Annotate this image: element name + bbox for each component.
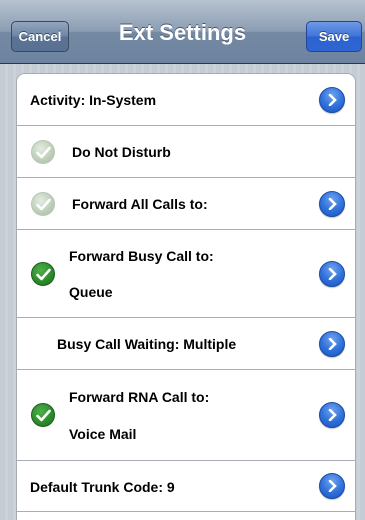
chevron-right-icon	[328, 94, 337, 106]
row-label: Forward Busy Call to:	[69, 248, 214, 264]
check-toggle[interactable]	[31, 192, 55, 216]
row-label: Busy Call Waiting: Multiple	[57, 336, 237, 352]
disclosure-button[interactable]	[319, 191, 345, 217]
row-forward-all-calls[interactable]: Forward All Calls to:	[17, 178, 355, 230]
row-label: Default Trunk Code: 9	[30, 479, 175, 495]
row-do-not-disturb[interactable]: Do Not Disturb	[17, 126, 355, 178]
row-label: Do Not Disturb	[72, 144, 171, 160]
disclosure-button[interactable]	[319, 331, 345, 357]
row-label: Forward All Calls to:	[72, 196, 208, 212]
checkmark-icon	[36, 146, 51, 159]
row-forward-rna-call[interactable]: Forward RNA Call to: Voice Mail	[17, 370, 355, 461]
chevron-right-icon	[328, 268, 337, 280]
checkmark-icon	[36, 268, 51, 281]
row-value: Voice Mail	[69, 426, 137, 442]
disclosure-button[interactable]	[319, 473, 345, 499]
chevron-right-icon	[328, 198, 337, 210]
chevron-right-icon	[328, 338, 337, 350]
disclosure-button[interactable]	[319, 87, 345, 113]
settings-list: Activity: In-System Do Not Disturb Forwa…	[16, 73, 356, 520]
check-toggle[interactable]	[31, 262, 55, 286]
chevron-right-icon	[328, 480, 337, 492]
row-default-trunk-code[interactable]: Default Trunk Code: 9	[17, 461, 355, 512]
disclosure-button[interactable]	[319, 402, 345, 428]
check-toggle[interactable]	[31, 403, 55, 427]
row-label: Forward RNA Call to:	[69, 389, 210, 405]
row-label: Activity: In-System	[30, 92, 157, 108]
checkmark-icon	[36, 198, 51, 211]
row-busy-call-waiting[interactable]: Busy Call Waiting: Multiple	[17, 318, 355, 370]
navigation-bar: Cancel Ext Settings Save	[0, 0, 365, 64]
row-activity[interactable]: Activity: In-System	[17, 74, 355, 126]
disclosure-button[interactable]	[319, 261, 345, 287]
save-button[interactable]: Save	[306, 21, 362, 52]
check-toggle[interactable]	[31, 140, 55, 164]
row-forward-busy-call[interactable]: Forward Busy Call to: Queue	[17, 230, 355, 318]
chevron-right-icon	[328, 409, 337, 421]
row-partial	[17, 512, 355, 520]
checkmark-icon	[36, 409, 51, 422]
row-value: Queue	[69, 284, 113, 300]
